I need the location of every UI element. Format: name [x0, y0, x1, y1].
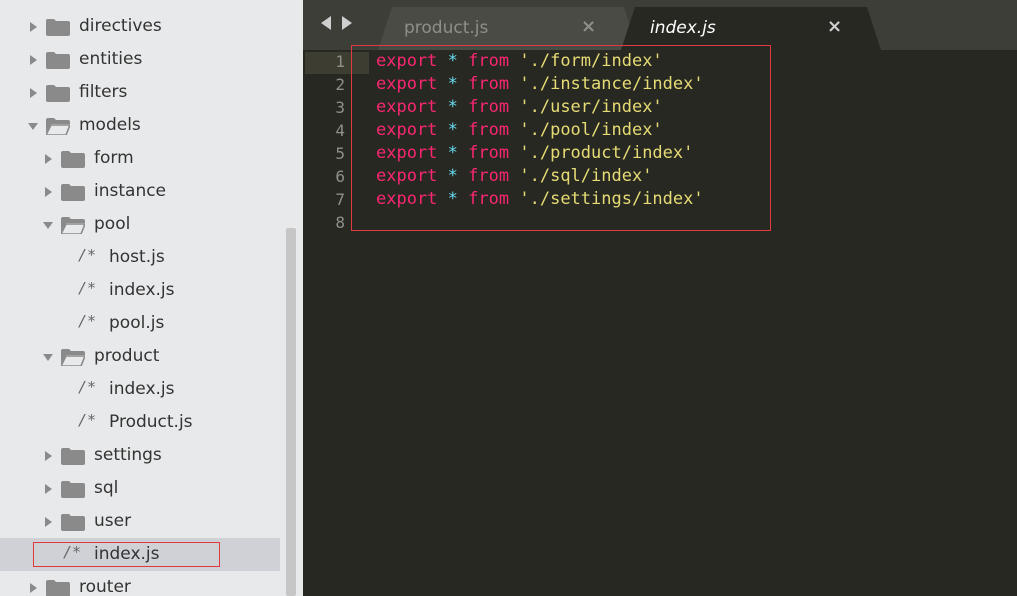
sidebar-item-label: form	[94, 148, 134, 168]
sidebar-item-label: models	[79, 115, 141, 135]
sidebar-folder-item[interactable]: product	[0, 340, 280, 373]
sidebar-folder-item[interactable]: user	[0, 505, 280, 538]
sidebar-item-label: Product.js	[109, 412, 193, 432]
folder-icon	[61, 448, 85, 465]
sidebar-item-label: user	[94, 511, 132, 531]
folder-icon	[61, 514, 85, 531]
line-number-gutter: 1 2 3 4 5 6 7 8	[303, 50, 351, 596]
chevron-right-icon[interactable]	[42, 505, 56, 538]
line-number: 6	[335, 167, 345, 186]
chevron-right-icon[interactable]	[27, 76, 41, 109]
line-number: 4	[335, 121, 345, 140]
sidebar-item-label: entities	[79, 49, 143, 69]
sidebar-folder-item[interactable]: pool	[0, 208, 280, 241]
sidebar-folder-item[interactable]: filters	[0, 76, 280, 109]
file-comment-icon: /*	[78, 411, 97, 429]
chevron-right-icon[interactable]	[42, 142, 56, 175]
chevron-down-icon[interactable]	[27, 109, 41, 142]
chevron-down-icon[interactable]	[42, 340, 56, 373]
line-number: 3	[335, 98, 345, 117]
folder-icon	[61, 184, 85, 201]
file-comment-icon: /*	[78, 279, 97, 297]
close-icon[interactable]: ×	[581, 16, 596, 37]
sidebar-item-label: host.js	[109, 247, 165, 267]
chevron-right-icon[interactable]	[27, 10, 41, 43]
line-number: 8	[335, 213, 345, 232]
sidebar-file-item[interactable]: /* index.js	[0, 274, 280, 307]
tab-label: product.js	[404, 18, 489, 38]
nav-back-icon[interactable]	[321, 16, 331, 30]
folder-open-icon	[46, 118, 70, 135]
line-number: 7	[335, 190, 345, 209]
sidebar-item-label: directives	[79, 16, 162, 36]
chevron-right-icon[interactable]	[42, 472, 56, 505]
folder-icon	[46, 580, 70, 596]
line-number: 1	[335, 52, 345, 71]
sidebar-folder-item[interactable]: entities	[0, 43, 280, 76]
folder-icon	[61, 481, 85, 498]
code-editor[interactable]: 12345678 export * from './form/index' exp…	[303, 45, 1017, 596]
highlight-box	[351, 45, 771, 231]
folder-icon	[46, 19, 70, 36]
folder-icon	[46, 52, 70, 69]
sidebar: directives entities filters models form insta…	[0, 0, 303, 596]
sidebar-item-label: pool.js	[109, 313, 165, 333]
tab-label: index.js	[650, 18, 716, 38]
chevron-right-icon[interactable]	[27, 571, 41, 596]
sidebar-folder-item[interactable]: router	[0, 571, 280, 596]
sidebar-item-label: index.js	[109, 280, 175, 300]
sidebar-item-label: sql	[94, 478, 119, 498]
folder-icon	[46, 85, 70, 102]
sidebar-folder-item[interactable]: models	[0, 109, 280, 142]
file-comment-icon: /*	[78, 246, 97, 264]
chevron-right-icon[interactable]	[27, 43, 41, 76]
chevron-right-icon[interactable]	[42, 175, 56, 208]
line-number: 2	[335, 75, 345, 94]
close-icon[interactable]: ×	[827, 16, 842, 37]
folder-open-icon	[61, 349, 85, 366]
sidebar-item-label: product	[94, 346, 160, 366]
folder-open-icon	[61, 217, 85, 234]
file-comment-icon: /*	[78, 312, 97, 330]
sidebar-item-label: instance	[94, 181, 167, 201]
chevron-down-icon[interactable]	[42, 208, 56, 241]
sidebar-folder-item[interactable]: settings	[0, 439, 280, 472]
sidebar-folder-item[interactable]: directives	[0, 10, 280, 43]
sidebar-folder-item[interactable]: form	[0, 142, 280, 175]
sidebar-item-label: filters	[79, 82, 128, 102]
sidebar-file-item[interactable]: /* Product.js	[0, 406, 280, 439]
tab-index-js[interactable]: index.js ×	[621, 7, 881, 50]
file-comment-icon: /*	[78, 378, 97, 396]
tab-bar: product.js × index.js ×	[303, 0, 1017, 50]
sidebar-file-item[interactable]: /* host.js	[0, 241, 280, 274]
folder-icon	[61, 151, 85, 168]
sidebar-item-label: pool	[94, 214, 131, 234]
sidebar-item-label: index.js	[109, 379, 175, 399]
sidebar-scrollbar[interactable]	[286, 228, 296, 596]
tab-product-js[interactable]: product.js ×	[378, 7, 638, 50]
nav-forward-icon[interactable]	[342, 16, 352, 30]
sidebar-item-label: router	[79, 577, 131, 596]
sidebar-folder-item[interactable]: instance	[0, 175, 280, 208]
sidebar-file-item[interactable]: /* index.js	[0, 373, 280, 406]
sidebar-file-item[interactable]: /* pool.js	[0, 307, 280, 340]
chevron-right-icon[interactable]	[42, 439, 56, 472]
sidebar-item-label: settings	[94, 445, 162, 465]
line-number: 5	[335, 144, 345, 163]
highlight-box	[33, 542, 220, 567]
sidebar-folder-item[interactable]: sql	[0, 472, 280, 505]
